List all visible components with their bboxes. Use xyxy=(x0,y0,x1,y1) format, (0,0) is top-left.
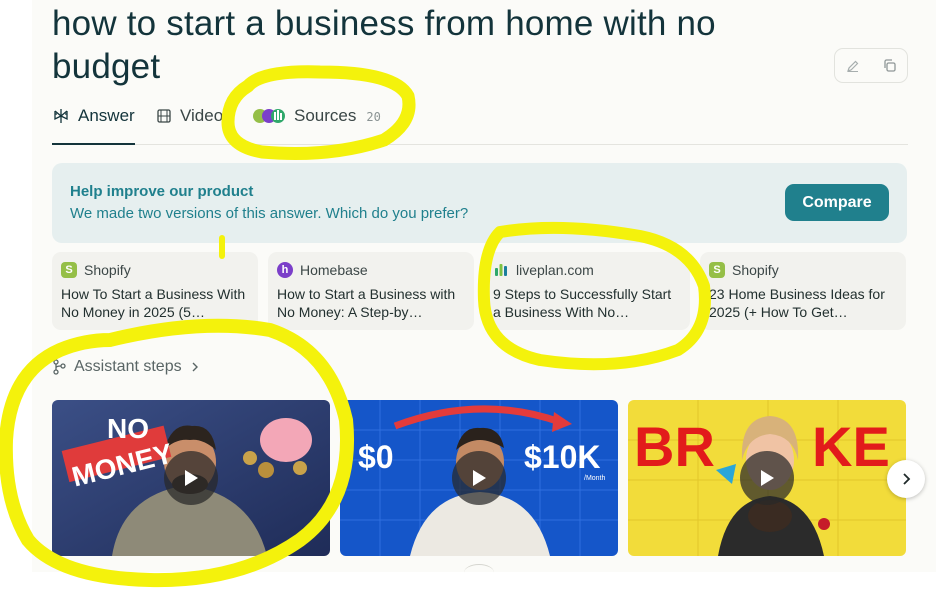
play-button[interactable] xyxy=(452,451,506,505)
source-title: How To Start a Business With No Money in… xyxy=(61,286,246,320)
source-site: Homebase xyxy=(300,262,368,278)
pencil-icon xyxy=(847,60,859,72)
carousel-next-button[interactable] xyxy=(887,460,925,498)
perplexity-answer-icon xyxy=(54,109,68,123)
homebase-icon: h xyxy=(277,262,293,278)
source-title: 23 Home Business Ideas for 2025 (+ How T… xyxy=(709,286,885,320)
shopify-icon: S xyxy=(709,262,725,278)
tab-sources-label: Sources xyxy=(294,106,357,125)
answer-actions xyxy=(834,48,908,83)
thumb-text: $10K xyxy=(524,439,601,475)
play-icon xyxy=(473,470,486,486)
source-favicons-stack xyxy=(253,109,285,123)
banner-title: Help improve our product xyxy=(70,183,254,200)
thumb-text: KE xyxy=(812,415,890,478)
video-carousel: NO MONEY $0 $10K /Month BR KE xyxy=(52,400,936,556)
feedback-banner: Help improve our product We made two ver… xyxy=(52,163,907,243)
tab-sources[interactable]: Sources 20 xyxy=(252,100,381,144)
thumb-text: NO xyxy=(107,413,149,444)
source-site: Shopify xyxy=(84,262,131,278)
film-icon xyxy=(157,109,171,123)
copy-icon xyxy=(883,59,896,72)
play-button[interactable] xyxy=(164,451,218,505)
page-title: how to start a business from home with n… xyxy=(52,4,716,86)
thumb-text: /Month xyxy=(584,475,606,482)
chevron-right-icon xyxy=(192,362,198,372)
thumb-text: BR xyxy=(634,415,715,478)
play-icon xyxy=(761,470,774,486)
thumb-text: $0 xyxy=(358,439,394,475)
tab-answer[interactable]: Answer xyxy=(52,100,135,145)
source-card[interactable]: S Shopify How To Start a Business With No… xyxy=(52,252,258,330)
edit-button[interactable] xyxy=(838,52,868,80)
video-thumbnail[interactable]: BR KE xyxy=(628,400,906,556)
source-card[interactable]: S Shopify 23 Home Business Ideas for 2025… xyxy=(700,252,906,330)
chevron-right-icon xyxy=(903,473,911,485)
shopify-icon: S xyxy=(61,262,77,278)
assistant-steps-label: Assistant steps xyxy=(74,358,182,375)
play-icon xyxy=(185,470,198,486)
source-card[interactable]: h Homebase How to Start a Business with N… xyxy=(268,252,474,330)
source-cards: S Shopify How To Start a Business With No… xyxy=(52,252,908,330)
compare-button[interactable]: Compare xyxy=(785,184,889,221)
banner-subtitle: We made two versions of this answer. Whi… xyxy=(70,205,469,222)
assistant-steps-toggle[interactable]: Assistant steps xyxy=(52,358,200,376)
tab-answer-label: Answer xyxy=(78,106,135,125)
play-button[interactable] xyxy=(740,451,794,505)
tab-videos[interactable]: Videos xyxy=(156,100,232,144)
answer-tabs: Answer Videos Sources 20 xyxy=(52,100,908,145)
source-site: Shopify xyxy=(732,262,779,278)
scroll-indicator[interactable] xyxy=(464,564,494,581)
source-title: How to Start a Business with No Money: A… xyxy=(277,286,456,320)
video-thumbnail[interactable]: $0 $10K /Month xyxy=(340,400,618,556)
branch-icon xyxy=(53,359,66,375)
liveplan-icon xyxy=(495,264,507,276)
source-site: liveplan.com xyxy=(516,262,594,278)
source-title: 9 Steps to Successfully Start a Business… xyxy=(493,286,672,320)
tab-videos-label: Videos xyxy=(180,106,232,125)
source-card[interactable]: liveplan.com 9 Steps to Successfully Sta… xyxy=(484,252,690,330)
sources-count: 20 xyxy=(366,110,381,124)
video-thumbnail[interactable]: NO MONEY xyxy=(52,400,330,556)
copy-button[interactable] xyxy=(874,52,904,80)
